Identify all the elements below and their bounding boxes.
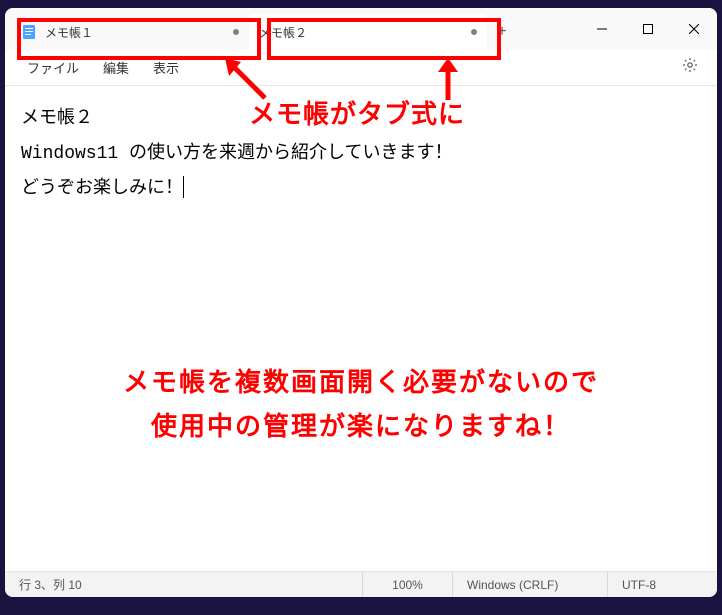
editor-line: メモ帳２ (21, 109, 93, 129)
text-editor[interactable]: メモ帳２ Windows11 の使い方を来週から紹介していきます！ どうぞお楽し… (5, 86, 717, 571)
status-encoding: UTF-8 (607, 572, 717, 597)
close-button[interactable] (671, 8, 717, 50)
editor-line: どうぞお楽しみに！ (21, 179, 183, 199)
menu-edit[interactable]: 編集 (93, 54, 139, 81)
text-caret (183, 176, 184, 198)
notepad-window: メモ帳１ メモ帳２ + ファイル 編集 表示 (5, 8, 717, 597)
settings-button[interactable] (675, 53, 705, 83)
minimize-button[interactable] (579, 8, 625, 50)
new-tab-button[interactable]: + (487, 14, 517, 50)
maximize-button[interactable] (625, 8, 671, 50)
status-eol: Windows (CRLF) (452, 572, 607, 597)
tab-strip: メモ帳１ メモ帳２ + (5, 8, 579, 50)
notepad-icon (21, 24, 37, 40)
menu-view[interactable]: 表示 (143, 54, 189, 81)
editor-line: Windows11 の使い方を来週から紹介していきます！ (21, 144, 452, 164)
tab-2[interactable]: メモ帳２ (249, 14, 487, 50)
modified-dot-icon (471, 29, 477, 35)
gear-icon (682, 57, 698, 78)
status-zoom[interactable]: 100% (362, 572, 452, 597)
titlebar: メモ帳１ メモ帳２ + (5, 8, 717, 50)
status-position: 行 3、列 10 (5, 572, 362, 597)
tab-label: メモ帳２ (259, 24, 463, 41)
menu-file[interactable]: ファイル (17, 54, 89, 81)
tab-1[interactable]: メモ帳１ (11, 14, 249, 50)
statusbar: 行 3、列 10 100% Windows (CRLF) UTF-8 (5, 571, 717, 597)
menubar: ファイル 編集 表示 (5, 50, 717, 86)
modified-dot-icon (233, 29, 239, 35)
tab-label: メモ帳１ (45, 24, 225, 41)
window-controls (579, 8, 717, 50)
